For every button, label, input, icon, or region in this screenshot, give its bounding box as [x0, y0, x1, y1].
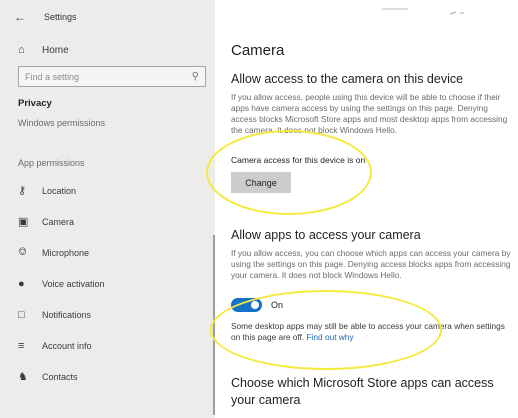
nav-item-label: Contacts — [42, 371, 78, 382]
nav-home[interactable]: ⌂ Home — [0, 44, 215, 56]
page-title: Camera — [231, 42, 285, 59]
nav-items: ⚷ Location ▣ Camera ⎊ Microphone ● Voice… — [0, 175, 215, 392]
window-controls-scribble — [382, 8, 464, 15]
nav-item-location[interactable]: ⚷ Location — [0, 175, 215, 206]
nav-item-label: Account info — [42, 340, 92, 351]
microphone-icon: ⎊ — [18, 246, 27, 258]
store-apps-heading: Choose which Microsoft Store apps can ac… — [231, 376, 494, 407]
navigation-pane: ← Settings ⌂ Home Find a setting ⚲ Priva… — [0, 0, 215, 418]
title-bar: ← Settings — [0, 0, 215, 34]
app-access-description: If you allow access, you can choose whic… — [231, 248, 511, 280]
device-access-heading: Allow access to the camera on this devic… — [231, 72, 464, 86]
notifications-icon: □ — [18, 308, 25, 321]
nav-item-label: Location — [42, 185, 77, 196]
nav-home-label: Home — [42, 44, 69, 56]
contacts-icon: ♞ — [18, 371, 28, 383]
nav-item-notifications[interactable]: □ Notifications — [0, 299, 215, 330]
nav-item-microphone[interactable]: ⎊ Microphone — [0, 237, 215, 268]
location-icon: ⚷ — [18, 185, 27, 197]
account-info-icon: ≡ — [18, 339, 25, 352]
nav-item-contacts[interactable]: ♞ Contacts — [0, 361, 215, 392]
nav-item-account-info[interactable]: ≡ Account info — [0, 330, 215, 361]
annotation-circle-toggle — [210, 290, 442, 370]
nav-item-label: Voice activation — [42, 278, 105, 289]
nav-item-label: Notifications — [42, 309, 92, 320]
section-title: Privacy — [18, 98, 52, 109]
nav-item-camera[interactable]: ▣ Camera — [0, 206, 215, 237]
nav-item-voice-activation[interactable]: ● Voice activation — [0, 268, 215, 299]
device-access-description: If you allow access, people using this d… — [231, 92, 508, 135]
voice-activation-icon: ● — [18, 277, 25, 290]
annotation-circle-device — [206, 130, 372, 215]
app-permissions-header: App permissions — [18, 158, 85, 168]
camera-icon: ▣ — [18, 216, 29, 228]
search-icon[interactable]: ⚲ — [192, 71, 199, 82]
window-title: Settings — [44, 12, 77, 22]
search-input[interactable]: Find a setting — [25, 72, 79, 82]
back-arrow-icon[interactable]: ← — [14, 10, 44, 24]
windows-permissions-header: Windows permissions — [18, 118, 106, 128]
nav-item-label: Microphone — [42, 247, 90, 258]
home-icon: ⌂ — [18, 44, 25, 56]
search-box[interactable]: Find a setting ⚲ — [18, 66, 206, 87]
nav-item-label: Camera — [42, 216, 75, 227]
app-access-heading: Allow apps to access your camera — [231, 228, 421, 242]
